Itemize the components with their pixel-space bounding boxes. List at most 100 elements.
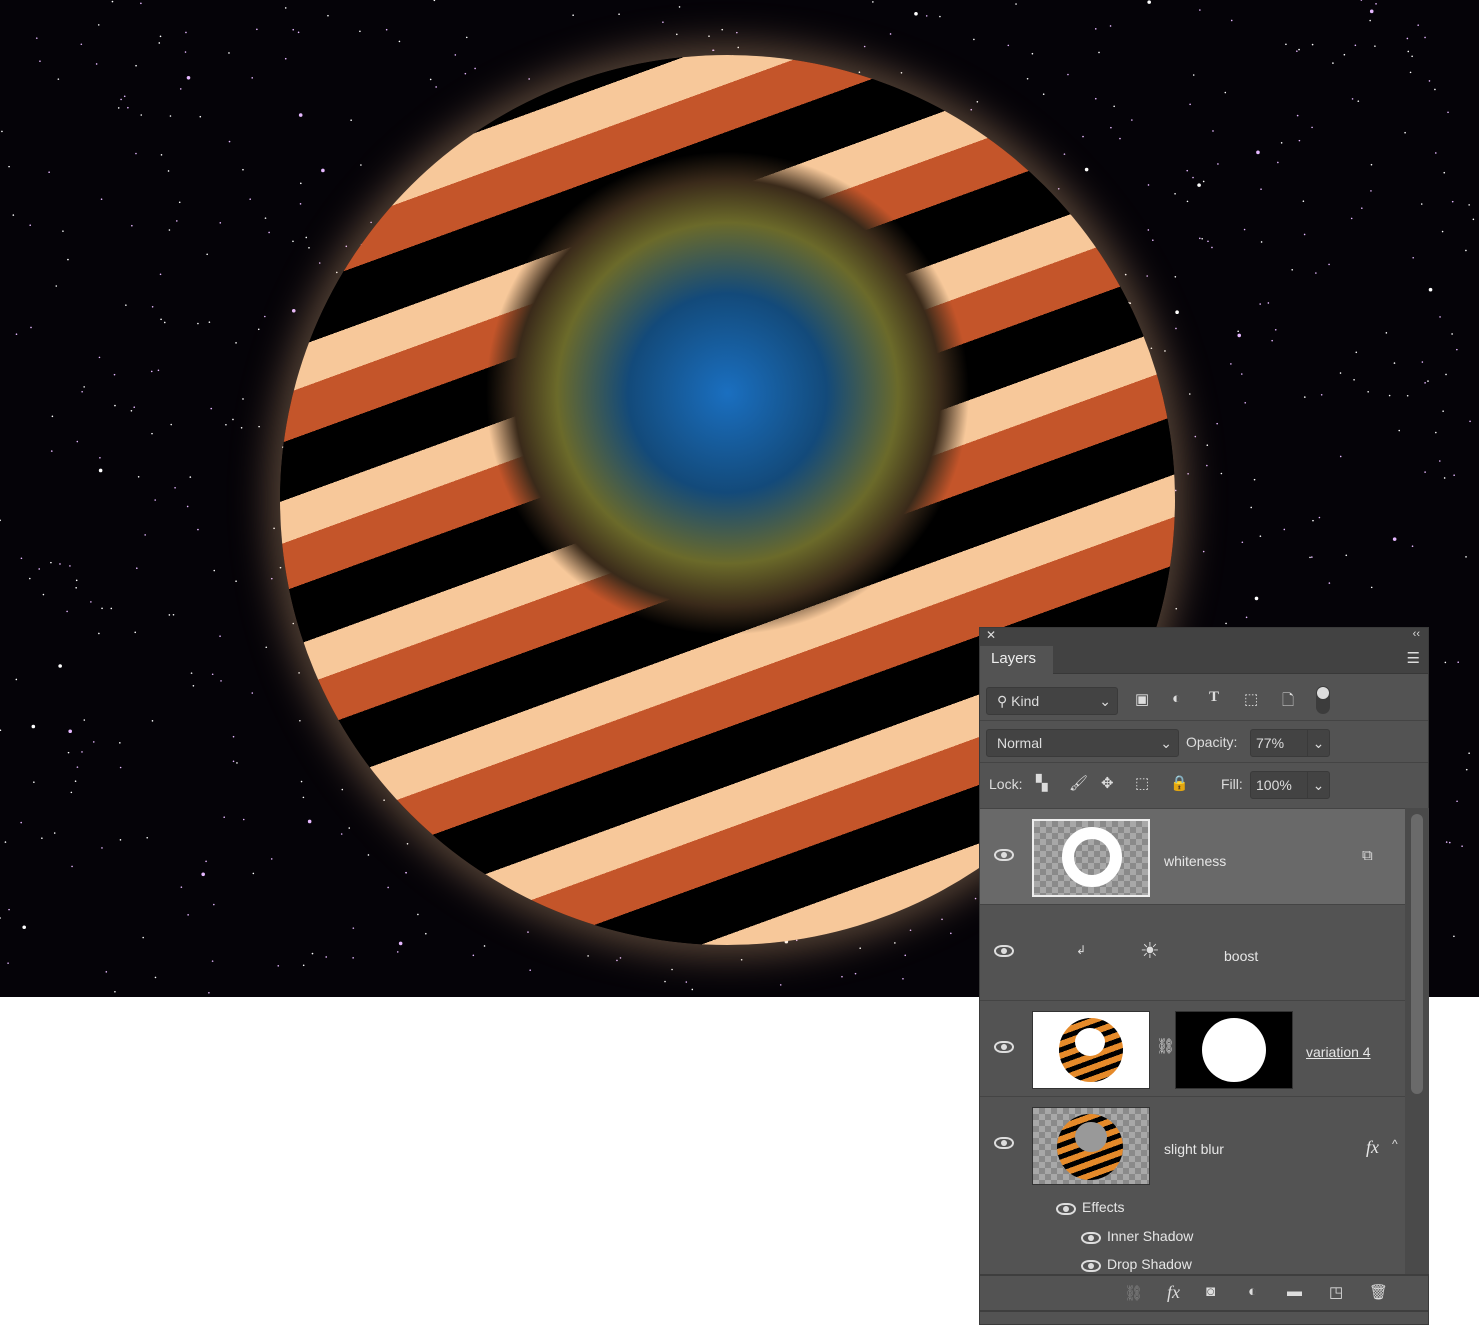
- lock-transparent-pixels-icon[interactable]: ▚: [1036, 774, 1048, 792]
- layer-name[interactable]: slight blur: [1164, 1141, 1224, 1157]
- shape-filter-icon[interactable]: ⬚: [1244, 690, 1258, 708]
- star: [1457, 661, 1460, 664]
- star: [1351, 98, 1354, 100]
- effects-row[interactable]: Effects: [1056, 1199, 1125, 1215]
- star: [1355, 351, 1358, 354]
- smart-object-badge-icon: ⧉: [1362, 847, 1373, 864]
- star: [1427, 380, 1429, 382]
- star: [265, 646, 268, 649]
- star: [187, 914, 189, 916]
- layers-scrollbar[interactable]: [1405, 808, 1429, 1274]
- star: [135, 152, 137, 155]
- star: [465, 36, 468, 39]
- add-layer-style-icon[interactable]: fx: [1167, 1282, 1180, 1303]
- star: [1031, 52, 1034, 55]
- visibility-eye-icon[interactable]: [994, 945, 1014, 957]
- lock-artboard-icon[interactable]: ⬚: [1135, 774, 1149, 792]
- star: [950, 932, 952, 935]
- star: [151, 720, 154, 722]
- star: [528, 78, 530, 80]
- effect-inner-shadow[interactable]: Inner Shadow: [1081, 1228, 1193, 1244]
- star: [1240, 373, 1243, 375]
- star: [242, 168, 244, 171]
- visibility-eye-icon[interactable]: [1081, 1232, 1101, 1244]
- chevron-down-icon[interactable]: ⌄: [1307, 772, 1329, 798]
- layer-row-boost[interactable]: ↲ ☀ boost: [980, 905, 1405, 1001]
- star: [51, 415, 54, 418]
- star: [1456, 800, 1458, 803]
- layer-name[interactable]: boost: [1224, 948, 1258, 964]
- star: [1026, 77, 1029, 80]
- star: [157, 369, 160, 372]
- filter-toggle-icon[interactable]: [1316, 686, 1330, 714]
- visibility-eye-icon[interactable]: [994, 1137, 1014, 1149]
- visibility-eye-icon[interactable]: [1056, 1203, 1076, 1215]
- fill-input[interactable]: 100% ⌄: [1250, 771, 1330, 799]
- star: [900, 71, 903, 74]
- mask-link-chain-icon[interactable]: ⛓: [1156, 1037, 1175, 1055]
- panel-menu-icon[interactable]: ☰: [1407, 649, 1420, 667]
- star: [529, 969, 531, 972]
- layer-name[interactable]: variation 4: [1306, 1044, 1371, 1060]
- layer-row-slight-blur[interactable]: slight blur fx ^ Effects Inner Shadow Dr…: [980, 1097, 1405, 1275]
- star: [1421, 361, 1424, 363]
- star: [12, 214, 15, 216]
- star: [1119, 137, 1121, 140]
- star: [4, 841, 7, 843]
- lock-image-pixels-brush-icon[interactable]: 🖌: [1069, 774, 1088, 792]
- star: [1224, 91, 1227, 94]
- star: [210, 407, 213, 410]
- visibility-eye-icon[interactable]: [994, 849, 1014, 861]
- lock-all-icon[interactable]: 🔒: [1170, 774, 1189, 792]
- layer-mask-thumbnail[interactable]: [1175, 1011, 1293, 1089]
- filter-kind-select[interactable]: ⚲ Kind ⌄: [986, 687, 1118, 715]
- star: [219, 222, 222, 224]
- opacity-input[interactable]: 77% ⌄: [1250, 729, 1330, 757]
- star: [1428, 80, 1431, 82]
- layer-row-variation-4[interactable]: ⛓ variation 4: [980, 1001, 1405, 1097]
- star: [1343, 53, 1346, 56]
- new-adjustment-layer-icon[interactable]: ◐: [1248, 1283, 1257, 1300]
- star: [113, 373, 116, 376]
- collapse-effects-chevron-icon[interactable]: ^: [1392, 1137, 1398, 1151]
- visibility-eye-icon[interactable]: [1081, 1260, 1101, 1272]
- fx-badge-icon[interactable]: fx: [1366, 1137, 1379, 1158]
- star: [1296, 114, 1299, 117]
- visibility-eye-icon[interactable]: [994, 1041, 1014, 1053]
- blend-mode-select[interactable]: Normal ⌄: [986, 729, 1179, 757]
- star: [396, 951, 399, 953]
- collapse-icon[interactable]: ‹‹: [1413, 628, 1420, 640]
- smart-object-filter-icon[interactable]: 🗋: [1282, 690, 1294, 715]
- delete-layer-trash-icon[interactable]: 🗑: [1369, 1283, 1388, 1301]
- tab-layers[interactable]: Layers: [980, 646, 1053, 674]
- star: [62, 230, 64, 232]
- layer-name[interactable]: whiteness: [1164, 853, 1226, 869]
- close-icon[interactable]: ✕: [986, 628, 996, 642]
- layer-row-whiteness[interactable]: whiteness ⧉: [980, 809, 1405, 905]
- star: [1411, 545, 1414, 547]
- star: [1339, 372, 1342, 374]
- effect-drop-shadow[interactable]: Drop Shadow: [1081, 1256, 1192, 1272]
- star: [1174, 276, 1177, 278]
- chevron-down-icon[interactable]: ⌄: [1307, 730, 1329, 756]
- star: [305, 236, 308, 239]
- new-group-folder-icon[interactable]: ▬: [1287, 1283, 1302, 1300]
- adjustment-filter-icon[interactable]: ◐: [1172, 690, 1181, 707]
- star: [80, 43, 83, 46]
- pixel-filter-icon[interactable]: ▣: [1135, 690, 1149, 708]
- type-filter-icon[interactable]: T: [1209, 689, 1219, 706]
- star: [150, 370, 153, 373]
- add-mask-icon[interactable]: ◙: [1206, 1283, 1215, 1300]
- star: [235, 342, 237, 344]
- lock-position-move-icon[interactable]: ✥: [1101, 774, 1114, 792]
- star: [169, 115, 172, 117]
- star: [527, 931, 529, 933]
- star: [340, 833, 343, 835]
- star: [1320, 394, 1323, 396]
- star: [425, 932, 427, 935]
- star: [1129, 302, 1132, 305]
- star: [708, 35, 710, 37]
- star: [1175, 310, 1179, 315]
- new-layer-icon[interactable]: ◳: [1329, 1283, 1343, 1301]
- link-layers-icon[interactable]: ⛓: [1124, 1284, 1143, 1302]
